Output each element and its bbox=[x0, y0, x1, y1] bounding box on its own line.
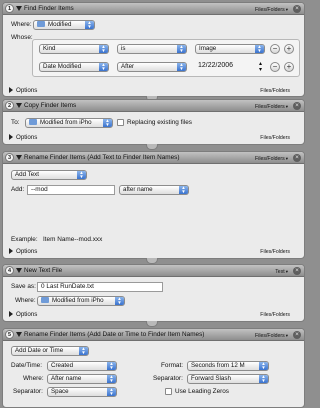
rename-mode-popup[interactable]: Add Text ▲ ▼ bbox=[11, 170, 87, 180]
options-disclosure[interactable]: Options bbox=[9, 87, 37, 95]
action-rename-add-date: 5 Rename Finder Items (Add Date or Time … bbox=[2, 328, 305, 408]
condition-field-popup[interactable]: Date Modified ▲ ▼ bbox=[39, 62, 109, 72]
popup-arrows-icon: ▲ ▼ bbox=[85, 21, 94, 29]
separator-label: Separator: bbox=[13, 388, 43, 395]
action-find-finder-items: 1 Find Finder Items Files/Folders▾ × Whe… bbox=[2, 2, 305, 97]
condition-field-popup[interactable]: Kind ▲ ▼ bbox=[39, 44, 109, 54]
save-as-field[interactable]: 0 Last RunDate.txt bbox=[37, 282, 163, 292]
conditions-box: Kind ▲ ▼ is ▲ ▼ Image ▲ ▼ − + Date Modified ▲ ▼ … bbox=[32, 39, 300, 77]
output-type: Files/Folders bbox=[260, 88, 290, 94]
action-rename-add-text: 3 Rename Finder Items (Add Text to Finde… bbox=[2, 151, 305, 259]
close-icon[interactable]: × bbox=[293, 330, 301, 339]
where-folder-popup[interactable]: Modified from iPho ▲ ▼ bbox=[37, 296, 125, 306]
collapse-triangle-icon[interactable] bbox=[16, 268, 22, 273]
action-io-type: Files/Folders▾ bbox=[255, 6, 288, 13]
options-disclosure[interactable]: Options bbox=[9, 311, 37, 319]
action-io-type: Files/Folders▾ bbox=[255, 155, 288, 162]
action-title: New Text File bbox=[24, 267, 63, 274]
to-label: To: bbox=[11, 119, 20, 126]
whose-label: Whose: bbox=[11, 34, 33, 41]
action-io-type: Files/Folders▾ bbox=[255, 103, 288, 110]
action-title-bar[interactable]: 5 Rename Finder Items (Add Date or Time … bbox=[3, 329, 304, 341]
folder-icon bbox=[41, 297, 49, 303]
remove-condition-button[interactable]: − bbox=[270, 44, 280, 54]
condition-operator-popup[interactable]: is ▲ ▼ bbox=[117, 44, 187, 54]
leading-zeros-label: Use Leading Zeros bbox=[175, 388, 229, 395]
action-connector bbox=[146, 321, 158, 327]
text-position-popup[interactable]: after name ▲ ▼ bbox=[119, 185, 189, 195]
action-copy-finder-items: 2 Copy Finder Items Files/Folders▾ × To:… bbox=[2, 99, 305, 145]
action-number: 1 bbox=[5, 4, 14, 13]
example-value: Item Name--mod.xxx bbox=[43, 236, 103, 243]
to-folder-popup[interactable]: Modified from iPho ▲ ▼ bbox=[25, 118, 113, 128]
action-title: Find Finder Items bbox=[24, 5, 74, 12]
action-io-type: Files/Folders▾ bbox=[255, 332, 288, 339]
where-popup[interactable]: Modified ▲ ▼ bbox=[33, 20, 95, 30]
options-disclosure[interactable]: Options bbox=[9, 248, 37, 256]
action-title: Copy Finder Items bbox=[24, 102, 77, 109]
where-position-popup[interactable]: After name ▲ ▼ bbox=[47, 374, 117, 384]
output-type: Files/Folders bbox=[260, 135, 290, 141]
close-icon[interactable]: × bbox=[293, 101, 301, 110]
action-number: 3 bbox=[5, 153, 14, 162]
action-title: Rename Finder Items (Add Text to Finder … bbox=[24, 154, 180, 161]
collapse-triangle-icon[interactable] bbox=[16, 155, 22, 160]
format-label: Format: bbox=[161, 362, 184, 369]
separator-popup[interactable]: Forward Slash ▲ ▼ bbox=[187, 374, 269, 384]
add-condition-button[interactable]: + bbox=[284, 62, 294, 72]
options-disclosure[interactable]: Options bbox=[9, 134, 37, 142]
action-number: 5 bbox=[5, 330, 14, 339]
date-stepper[interactable]: ▴ ▾ bbox=[259, 61, 262, 73]
where-label: Where: bbox=[23, 375, 44, 382]
separator-popup[interactable]: Space ▲ ▼ bbox=[47, 387, 117, 397]
collapse-triangle-icon[interactable] bbox=[16, 6, 22, 11]
separator-label: Separator: bbox=[153, 375, 183, 382]
action-title-bar[interactable]: 1 Find Finder Items Files/Folders▾ × bbox=[3, 3, 304, 15]
close-icon[interactable]: × bbox=[293, 266, 301, 275]
folder-icon bbox=[37, 21, 45, 27]
remove-condition-button[interactable]: − bbox=[270, 62, 280, 72]
close-icon[interactable]: × bbox=[293, 153, 301, 162]
folder-icon bbox=[29, 119, 37, 125]
replace-existing-label: Replacing existing files bbox=[127, 119, 193, 126]
condition-operator-popup[interactable]: After ▲ ▼ bbox=[117, 62, 187, 72]
condition-value-popup[interactable]: Image ▲ ▼ bbox=[195, 44, 265, 54]
action-title-bar[interactable]: 4 New Text File Text▾ × bbox=[3, 265, 304, 277]
replace-existing-checkbox[interactable] bbox=[117, 119, 124, 126]
action-connector bbox=[146, 144, 158, 150]
format-popup[interactable]: Seconds from 12 M ▲ ▼ bbox=[187, 361, 269, 371]
example-label: Example: bbox=[11, 236, 38, 243]
action-new-text-file: 4 New Text File Text▾ × Save as: 0 Last … bbox=[2, 264, 305, 322]
action-number: 4 bbox=[5, 266, 14, 275]
output-type: Files/Folders bbox=[260, 312, 290, 318]
save-as-label: Save as: bbox=[11, 283, 36, 290]
action-title: Rename Finder Items (Add Date or Time to… bbox=[24, 331, 205, 338]
action-title-bar[interactable]: 2 Copy Finder Items Files/Folders▾ × bbox=[3, 100, 304, 112]
leading-zeros-checkbox[interactable] bbox=[165, 388, 172, 395]
where-label: Where: bbox=[15, 297, 36, 304]
collapse-triangle-icon[interactable] bbox=[16, 332, 22, 337]
date-time-popup[interactable]: Created ▲ ▼ bbox=[47, 361, 117, 371]
action-io-type: Text▾ bbox=[275, 268, 288, 275]
collapse-triangle-icon[interactable] bbox=[16, 103, 22, 108]
action-title-bar[interactable]: 3 Rename Finder Items (Add Text to Finde… bbox=[3, 152, 304, 164]
action-number: 2 bbox=[5, 101, 14, 110]
add-condition-button[interactable]: + bbox=[284, 44, 294, 54]
output-type: Files/Folders bbox=[260, 249, 290, 255]
where-label: Where: bbox=[11, 21, 32, 28]
add-label: Add: bbox=[11, 186, 25, 193]
close-icon[interactable]: × bbox=[293, 4, 301, 13]
add-text-field[interactable]: --mod bbox=[27, 185, 115, 195]
date-field[interactable]: 12/22/2006 bbox=[195, 62, 259, 72]
rename-mode-popup[interactable]: Add Date or Time ▲ ▼ bbox=[11, 346, 89, 356]
date-time-label: Date/Time: bbox=[11, 362, 43, 369]
